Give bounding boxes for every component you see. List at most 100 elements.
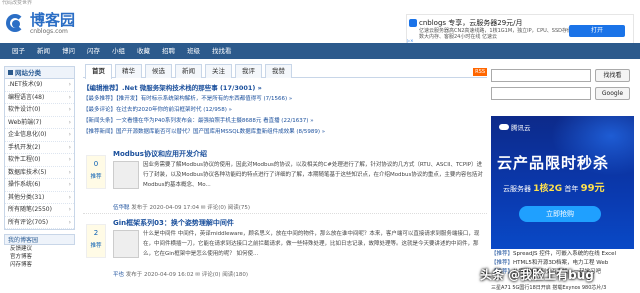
chevron-right-icon: › [68,181,71,188]
category-box: 网站分类 .NET技术(9) › 编程语言(48) › 软件设计(0) › Web前端… [4,66,75,230]
category-item[interactable]: 手机开发(2) › [5,142,74,154]
google-search-input[interactable] [491,87,591,100]
tab-my-likes[interactable]: 我赞 [265,64,292,78]
category-item[interactable]: 操作系统(6) › [5,179,74,192]
tab-home[interactable]: 首页 [85,64,112,79]
headline-item[interactable]: 【编辑推荐】.Net 微服务架构技术栈的那些事 (17/3001) » [83,83,487,94]
category-item[interactable]: 数据库技术(5) › [5,167,74,179]
category-item[interactable]: 企业信息化(0) › [5,129,74,142]
nav-search[interactable]: 找找看 [206,43,238,59]
author-avatar[interactable] [113,230,139,258]
post-footer: 伍华聪 发布于 2020-04-09 17:04 ✉ 评论(0) 阅读(75) [113,203,250,211]
category-item[interactable]: 软件设计(0) › [5,104,74,117]
ing-blog-link[interactable]: 闪存博客 [4,261,75,269]
top-ad-banner[interactable]: cnblogs 专享，云服务器29元/月 亿速云服务器高CN2高速线路，1核1G… [406,14,634,44]
post-summary: 因业务需要了解Modbus协议的使用，因此对Modbus的协议，以及相关的C#处… [113,160,483,190]
my-blog-header: 我的博客园 [4,234,75,245]
chevron-right-icon: › [68,131,71,138]
post-author[interactable]: 平也 [113,272,124,278]
feedback-link[interactable]: 反馈建议 [4,245,75,253]
nav-fav[interactable]: 收藏 [131,43,156,59]
post-author[interactable]: 伍华聪 [113,205,130,211]
nav-home[interactable]: 园子 [6,43,31,59]
logo-name: 博客园 [30,10,76,29]
post-title[interactable]: Modbus协议和应用开发介绍 [113,149,207,159]
digg-box[interactable]: 0 推荐 [86,155,106,189]
main-nav: 园子 新闻 博问 闪存 小组 收藏 招聘 班级 找找看 [0,43,640,59]
logo-icon [4,11,30,35]
headline-item[interactable]: 【最多评论】在过去的2020年你的前沿框架时代 (12/958) » [83,105,487,116]
site-search: 找找看 [491,69,634,82]
post-summary-text: 因业务需要了解Modbus协议的使用，因此对Modbus的协议，以及相关的C#处… [143,162,483,188]
side-ad-banner[interactable]: 腾讯云 云产品限时秒杀 云服务器 1核2G 首年 99元 立即抢购 [491,116,634,249]
nav-group[interactable]: 小组 [106,43,131,59]
right-sidebar: 找找看 Google [491,69,634,105]
left-sidebar: 网站分类 .NET技术(9) › 编程语言(48) › 软件设计(0) › Web前端… [4,66,75,269]
category-item[interactable]: 其他分类(31) › [5,192,74,204]
category-item[interactable]: 软件工程(0) › [5,154,74,167]
chevron-right-icon: › [68,106,71,113]
search-button[interactable]: 找找看 [595,69,630,82]
google-search: Google [491,87,634,100]
headline-item[interactable]: 【新闻头条】一文看懂在华为P40系列发布会：最强拍照手机主摄8688元 看直播 … [83,116,487,127]
post-reads[interactable]: 阅读(180) [222,272,248,278]
nav-ask[interactable]: 博问 [56,43,81,59]
top-ad-desc: 亿速云服务器高CN2高速线路，1核1G1M，独立IP，CPU、SSD存储器数大内… [419,28,578,40]
google-search-button[interactable]: Google [595,87,630,100]
chevron-right-icon: › [68,93,71,101]
post-reads[interactable]: 阅读(75) [228,205,250,211]
digg-count: 0 [93,160,99,168]
nav-news[interactable]: 新闻 [31,43,56,59]
promo-item[interactable]: 【推荐】SpreadJS 控件，可嵌入系统的在线 Excel [491,250,634,259]
logo-domain: cnblogs.com [30,27,68,35]
category-item[interactable]: .NET技术(9) › [5,79,74,92]
category-item[interactable]: 所有随笔(2550) › [5,204,74,217]
tab-news[interactable]: 新闻 [175,64,202,78]
chevron-right-icon: › [68,118,71,126]
post-summary-text: 什么是中间件 中间件，英译middleware，顾名思义，放在中间的物件，那么放… [143,231,480,257]
bottom-news-link[interactable]: 三星A71 5G国行18日开启 搭载Exynos 980芯片/3 [491,284,634,291]
my-blog-box: 我的博客园 反馈建议 官方博客 闪存博客 [4,234,75,269]
official-blog-link[interactable]: 官方博客 [4,253,75,261]
chevron-right-icon: › [68,81,71,88]
site-logo[interactable]: 博客园 cnblogs.com [4,11,75,35]
post-title[interactable]: Gin框架系列03：换个姿势理解中间件 [113,218,234,228]
search-input[interactable] [491,69,591,82]
chevron-right-icon: › [68,156,71,163]
tab-candidate[interactable]: 候选 [145,64,172,78]
rss-icon[interactable]: RSS [473,68,487,76]
chevron-right-icon: › [68,168,71,176]
side-ad-headline: 云产品限时秒杀 [497,154,610,172]
digg-label[interactable]: 推荐 [87,241,105,249]
post-summary: 什么是中间件 中间件，英译middleware，顾名思义，放在中间的物件，那么放… [113,229,483,259]
post-time: 发布于 2020-04-09 17:04 [131,205,200,211]
headline-item[interactable]: 【推荐新闻】国产开源数据库能否可以替代？国产国库用MSSQL数据库重新组件成效果… [83,127,487,138]
chevron-right-icon: › [68,143,71,151]
cloud-icon [499,124,509,130]
category-item[interactable]: 所有评论(705) › [5,217,74,229]
author-avatar[interactable] [113,161,139,189]
post-comments[interactable]: 评论(0) [207,205,226,211]
digg-box[interactable]: 2 推荐 [86,224,106,258]
side-ad-buy-button[interactable]: 立即抢购 [519,206,601,222]
post-divider [83,213,487,214]
tab-my-comments[interactable]: 我评 [235,64,262,78]
post-comments[interactable]: 评论(0) [202,272,221,278]
post-item: 0 推荐 Modbus协议和应用开发介绍 因业务需要了解Modbus协议的使用，… [83,149,487,219]
digg-label[interactable]: 推荐 [87,172,105,180]
category-item[interactable]: 编程语言(48) › [5,92,74,104]
nav-ing[interactable]: 闪存 [81,43,106,59]
nav-job[interactable]: 招聘 [156,43,181,59]
nav-class[interactable]: 班级 [181,43,206,59]
tab-follow[interactable]: 关注 [205,64,232,78]
category-item[interactable]: Web前端(7) › [5,117,74,129]
tab-pick[interactable]: 精华 [115,64,142,78]
header: 博客园 cnblogs.com cnblogs 专享，云服务器29元/月 亿速云… [0,7,640,44]
top-ad-open-button[interactable]: 打开 [569,25,625,37]
headline-item[interactable]: 【最多推荐】【推开发】有时标示系统架构解析，不是所有的东西都值得写 (7/156… [83,94,487,105]
comment-icon: ✉ [200,205,206,211]
category-header: 网站分类 [5,67,74,79]
tencent-cloud-logo: 腾讯云 [499,122,531,132]
main-content: 首页 精华 候选 新闻 关注 我评 我赞 RSS 【编辑推荐】.Net 微服务架… [83,63,487,278]
post-item: 2 推荐 Gin框架系列03：换个姿势理解中间件 什么是中间件 中间件，英译mi… [83,218,487,288]
